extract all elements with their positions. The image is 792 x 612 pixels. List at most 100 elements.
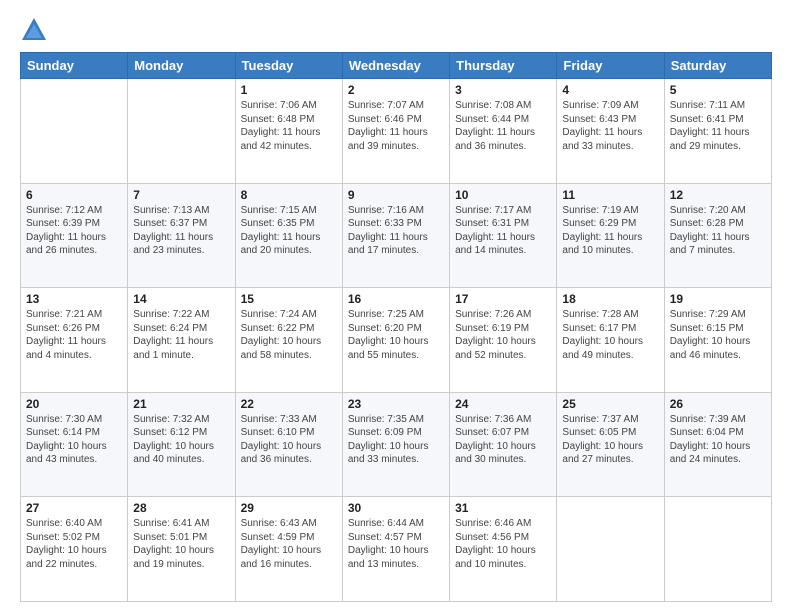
calendar-cell: [21, 79, 128, 184]
day-number: 19: [670, 292, 766, 306]
header: [20, 16, 772, 44]
day-number: 24: [455, 397, 551, 411]
calendar-cell: 9 Sunrise: 7:16 AM Sunset: 6:33 PM Daylig…: [342, 183, 449, 288]
day-detail: Sunrise: 7:11 AM Sunset: 6:41 PM Dayligh…: [670, 99, 766, 153]
day-detail: Sunrise: 7:30 AM Sunset: 6:14 PM Dayligh…: [26, 413, 122, 467]
calendar-cell: 7Sunrise: 7:13 AM Sunset: 6:37 PM Daylig…: [128, 183, 235, 288]
weekday-header-cell: Sunday: [21, 53, 128, 79]
day-detail: Sunrise: 6:44 AM Sunset: 4:57 PM Dayligh…: [348, 517, 444, 571]
calendar-cell: [128, 79, 235, 184]
logo: [20, 16, 50, 44]
weekday-header-cell: Tuesday: [235, 53, 342, 79]
calendar-cell: 27 Sunrise: 6:40 AM Sunset: 5:02 PM Dayli…: [21, 497, 128, 602]
day-detail: Sunrise: 7:08 AM Sunset: 6:44 PM Dayligh…: [455, 99, 551, 153]
calendar-cell: 16 Sunrise: 7:25 AM Sunset: 6:20 PM Dayli…: [342, 288, 449, 393]
calendar-cell: 2 Sunrise: 7:07 AM Sunset: 6:46 PM Daylig…: [342, 79, 449, 184]
day-number: 12: [670, 188, 766, 202]
day-number: 18: [562, 292, 658, 306]
calendar-cell: 8 Sunrise: 7:15 AM Sunset: 6:35 PM Daylig…: [235, 183, 342, 288]
day-detail: Sunrise: 7:26 AM Sunset: 6:19 PM Dayligh…: [455, 308, 551, 362]
day-number: 22: [241, 397, 337, 411]
day-detail: Sunrise: 7:39 AM Sunset: 6:04 PM Dayligh…: [670, 413, 766, 467]
calendar-cell: 4 Sunrise: 7:09 AM Sunset: 6:43 PM Daylig…: [557, 79, 664, 184]
calendar-row: 27 Sunrise: 6:40 AM Sunset: 5:02 PM Dayli…: [21, 497, 772, 602]
day-number: 2: [348, 83, 444, 97]
day-detail: Sunrise: 6:41 AM Sunset: 5:01 PM Dayligh…: [133, 517, 229, 571]
day-detail: Sunrise: 7:07 AM Sunset: 6:46 PM Dayligh…: [348, 99, 444, 153]
day-number: 26: [670, 397, 766, 411]
calendar-cell: 17 Sunrise: 7:26 AM Sunset: 6:19 PM Dayli…: [450, 288, 557, 393]
day-number: 28: [133, 501, 229, 515]
calendar-cell: 24 Sunrise: 7:36 AM Sunset: 6:07 PM Dayli…: [450, 392, 557, 497]
day-number: 17: [455, 292, 551, 306]
calendar-cell: 13Sunrise: 7:21 AM Sunset: 6:26 PM Dayli…: [21, 288, 128, 393]
calendar-cell: [664, 497, 771, 602]
day-detail: Sunrise: 7:36 AM Sunset: 6:07 PM Dayligh…: [455, 413, 551, 467]
weekday-header-cell: Friday: [557, 53, 664, 79]
day-detail: Sunrise: 7:28 AM Sunset: 6:17 PM Dayligh…: [562, 308, 658, 362]
calendar-cell: 28 Sunrise: 6:41 AM Sunset: 5:01 PM Dayli…: [128, 497, 235, 602]
day-detail: Sunrise: 7:16 AM Sunset: 6:33 PM Dayligh…: [348, 204, 444, 258]
day-number: 30: [348, 501, 444, 515]
calendar-cell: 25Sunrise: 7:37 AM Sunset: 6:05 PM Dayli…: [557, 392, 664, 497]
calendar-cell: 15 Sunrise: 7:24 AM Sunset: 6:22 PM Dayli…: [235, 288, 342, 393]
calendar-cell: 31 Sunrise: 6:46 AM Sunset: 4:56 PM Dayli…: [450, 497, 557, 602]
calendar-cell: 3 Sunrise: 7:08 AM Sunset: 6:44 PM Daylig…: [450, 79, 557, 184]
calendar-cell: 6Sunrise: 7:12 AM Sunset: 6:39 PM Daylig…: [21, 183, 128, 288]
calendar-cell: 20 Sunrise: 7:30 AM Sunset: 6:14 PM Dayli…: [21, 392, 128, 497]
day-number: 15: [241, 292, 337, 306]
calendar-cell: 12Sunrise: 7:20 AM Sunset: 6:28 PM Dayli…: [664, 183, 771, 288]
day-detail: Sunrise: 7:09 AM Sunset: 6:43 PM Dayligh…: [562, 99, 658, 153]
day-number: 13: [26, 292, 122, 306]
day-number: 3: [455, 83, 551, 97]
day-number: 5: [670, 83, 766, 97]
day-number: 1: [241, 83, 337, 97]
weekday-header-cell: Saturday: [664, 53, 771, 79]
day-detail: Sunrise: 7:06 AM Sunset: 6:48 PM Dayligh…: [241, 99, 337, 153]
calendar-cell: 11Sunrise: 7:19 AM Sunset: 6:29 PM Dayli…: [557, 183, 664, 288]
day-detail: Sunrise: 6:43 AM Sunset: 4:59 PM Dayligh…: [241, 517, 337, 571]
day-number: 6: [26, 188, 122, 202]
day-number: 4: [562, 83, 658, 97]
day-number: 16: [348, 292, 444, 306]
day-number: 8: [241, 188, 337, 202]
day-detail: Sunrise: 7:24 AM Sunset: 6:22 PM Dayligh…: [241, 308, 337, 362]
calendar-cell: 22 Sunrise: 7:33 AM Sunset: 6:10 PM Dayli…: [235, 392, 342, 497]
day-detail: Sunrise: 7:25 AM Sunset: 6:20 PM Dayligh…: [348, 308, 444, 362]
calendar-cell: 10 Sunrise: 7:17 AM Sunset: 6:31 PM Dayli…: [450, 183, 557, 288]
calendar-row: 6Sunrise: 7:12 AM Sunset: 6:39 PM Daylig…: [21, 183, 772, 288]
day-detail: Sunrise: 7:33 AM Sunset: 6:10 PM Dayligh…: [241, 413, 337, 467]
day-number: 23: [348, 397, 444, 411]
calendar-cell: 19 Sunrise: 7:29 AM Sunset: 6:15 PM Dayli…: [664, 288, 771, 393]
calendar-cell: 30 Sunrise: 6:44 AM Sunset: 4:57 PM Dayli…: [342, 497, 449, 602]
calendar-cell: 21 Sunrise: 7:32 AM Sunset: 6:12 PM Dayli…: [128, 392, 235, 497]
calendar-cell: 29 Sunrise: 6:43 AM Sunset: 4:59 PM Dayli…: [235, 497, 342, 602]
day-number: 7: [133, 188, 229, 202]
day-number: 20: [26, 397, 122, 411]
day-detail: Sunrise: 7:22 AM Sunset: 6:24 PM Dayligh…: [133, 308, 229, 362]
calendar-row: 13Sunrise: 7:21 AM Sunset: 6:26 PM Dayli…: [21, 288, 772, 393]
day-detail: Sunrise: 6:40 AM Sunset: 5:02 PM Dayligh…: [26, 517, 122, 571]
day-detail: Sunrise: 7:17 AM Sunset: 6:31 PM Dayligh…: [455, 204, 551, 258]
day-number: 29: [241, 501, 337, 515]
weekday-header-cell: Monday: [128, 53, 235, 79]
calendar-row: 20 Sunrise: 7:30 AM Sunset: 6:14 PM Dayli…: [21, 392, 772, 497]
day-number: 9: [348, 188, 444, 202]
day-detail: Sunrise: 7:32 AM Sunset: 6:12 PM Dayligh…: [133, 413, 229, 467]
calendar: SundayMondayTuesdayWednesdayThursdayFrid…: [20, 52, 772, 602]
calendar-body: 1 Sunrise: 7:06 AM Sunset: 6:48 PM Daylig…: [21, 79, 772, 602]
day-detail: Sunrise: 7:29 AM Sunset: 6:15 PM Dayligh…: [670, 308, 766, 362]
day-number: 27: [26, 501, 122, 515]
calendar-cell: 18 Sunrise: 7:28 AM Sunset: 6:17 PM Dayli…: [557, 288, 664, 393]
day-detail: Sunrise: 7:15 AM Sunset: 6:35 PM Dayligh…: [241, 204, 337, 258]
day-detail: Sunrise: 6:46 AM Sunset: 4:56 PM Dayligh…: [455, 517, 551, 571]
day-number: 31: [455, 501, 551, 515]
calendar-cell: 14Sunrise: 7:22 AM Sunset: 6:24 PM Dayli…: [128, 288, 235, 393]
weekday-header-cell: Thursday: [450, 53, 557, 79]
calendar-cell: 23Sunrise: 7:35 AM Sunset: 6:09 PM Dayli…: [342, 392, 449, 497]
day-detail: Sunrise: 7:37 AM Sunset: 6:05 PM Dayligh…: [562, 413, 658, 467]
calendar-row: 1 Sunrise: 7:06 AM Sunset: 6:48 PM Daylig…: [21, 79, 772, 184]
day-number: 21: [133, 397, 229, 411]
day-number: 10: [455, 188, 551, 202]
logo-icon: [20, 16, 48, 44]
